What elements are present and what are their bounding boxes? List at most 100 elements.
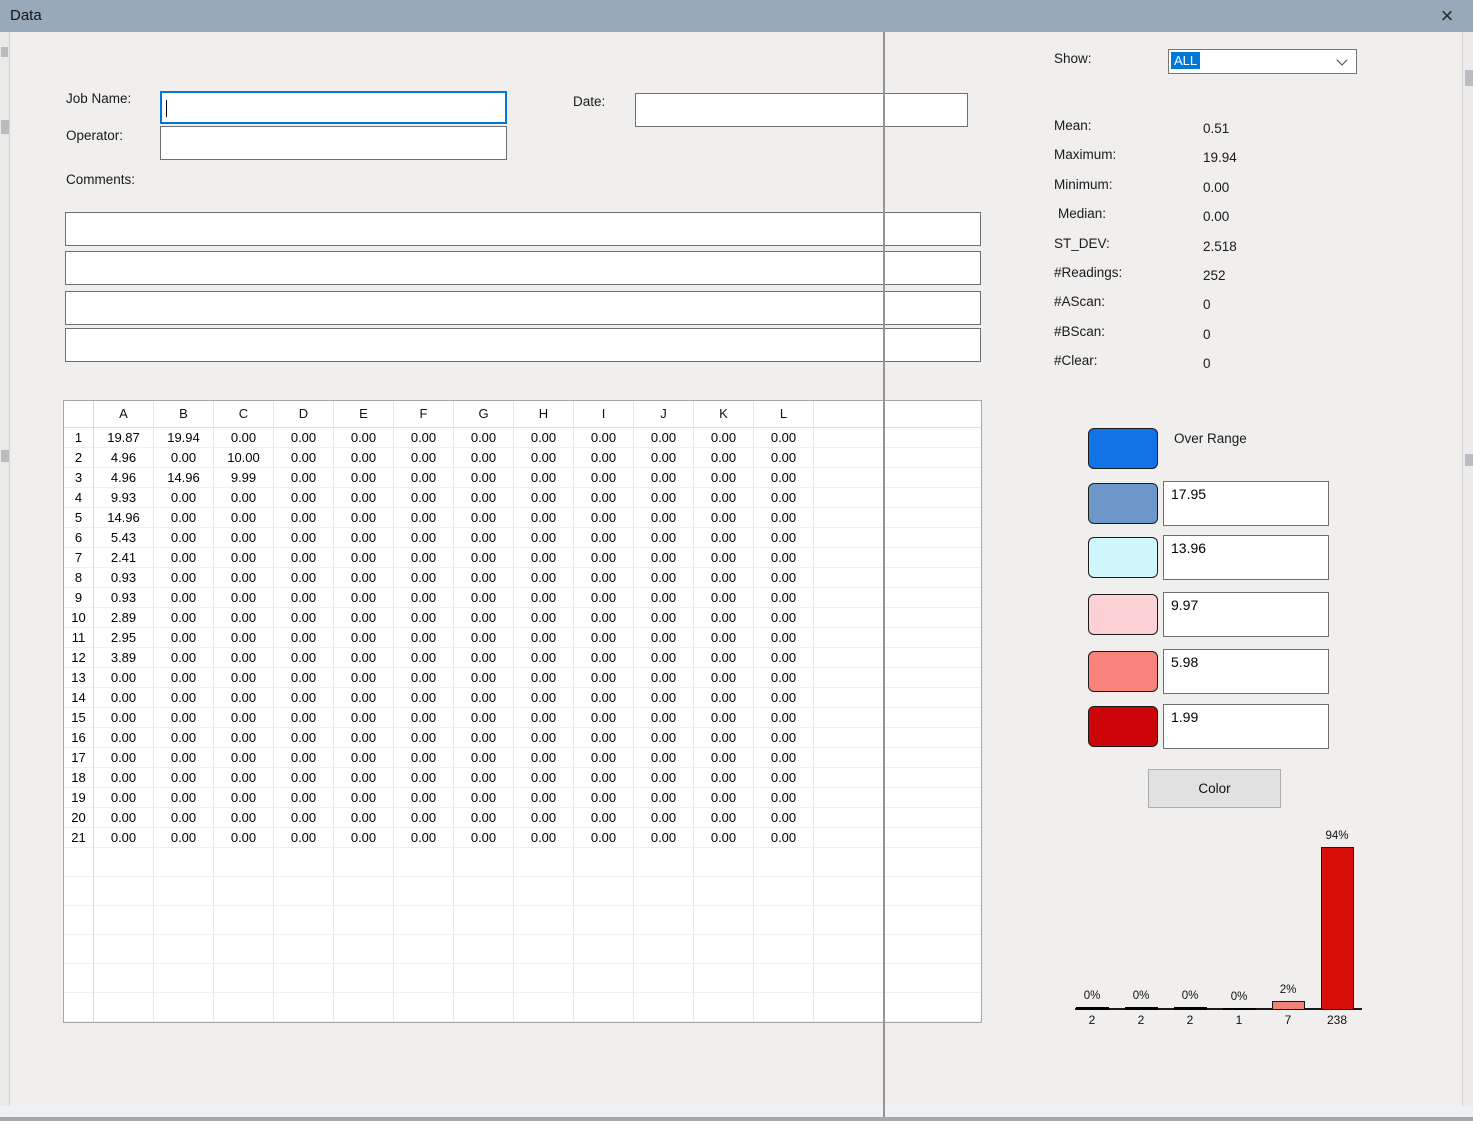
grid-cell[interactable]: 0.00 [634, 788, 694, 808]
grid-cell[interactable]: 0.00 [454, 568, 514, 588]
grid-cell[interactable]: 0.00 [574, 468, 634, 488]
grid-cell[interactable]: 0.00 [694, 508, 754, 528]
grid-cell[interactable]: 0.00 [154, 628, 214, 648]
grid-cell[interactable]: 0.00 [634, 608, 694, 628]
grid-cell[interactable]: 0.00 [274, 508, 334, 528]
grid-cell[interactable]: 0.00 [514, 548, 574, 568]
grid-header-cell[interactable]: C [214, 401, 274, 428]
close-icon[interactable]: × [1433, 2, 1461, 30]
grid-cell[interactable]: 0.00 [634, 708, 694, 728]
grid-cell[interactable]: 0.00 [634, 688, 694, 708]
grid-cell[interactable]: 0.00 [634, 468, 694, 488]
grid-cell[interactable]: 0.00 [514, 508, 574, 528]
grid-cell[interactable]: 0.00 [574, 568, 634, 588]
grid-cell[interactable]: 0.00 [154, 488, 214, 508]
grid-cell[interactable]: 0.00 [694, 648, 754, 668]
grid-cell[interactable]: 0.00 [274, 588, 334, 608]
job-name-field[interactable] [160, 91, 507, 124]
grid-cell[interactable]: 0.00 [514, 828, 574, 848]
grid-cell[interactable]: 0.00 [274, 648, 334, 668]
grid-cell[interactable]: 0.00 [274, 728, 334, 748]
grid-cell[interactable]: 2.89 [94, 608, 154, 628]
pane-divider[interactable] [883, 32, 885, 1117]
grid-row-number[interactable]: 13 [64, 668, 94, 688]
grid-cell[interactable]: 0.00 [694, 608, 754, 628]
comment-field-1[interactable] [65, 212, 981, 246]
grid-cell[interactable]: 0.00 [274, 748, 334, 768]
grid-cell[interactable]: 0.00 [634, 588, 694, 608]
grid-cell[interactable]: 0.00 [334, 608, 394, 628]
grid-cell[interactable]: 4.96 [94, 468, 154, 488]
grid-cell[interactable]: 0.00 [274, 448, 334, 468]
grid-row-number[interactable]: 17 [64, 748, 94, 768]
grid-cell[interactable]: 19.94 [154, 428, 214, 448]
grid-header-cell[interactable]: D [274, 401, 334, 428]
grid-cell[interactable]: 0.00 [154, 608, 214, 628]
grid-cell[interactable]: 0.00 [334, 648, 394, 668]
grid-cell[interactable]: 0.00 [754, 608, 814, 628]
grid-cell[interactable]: 0.00 [694, 628, 754, 648]
grid-row-number[interactable]: 7 [64, 548, 94, 568]
grid-row-number[interactable]: 19 [64, 788, 94, 808]
threshold-swatch[interactable] [1088, 537, 1158, 578]
grid-cell[interactable]: 0.00 [334, 668, 394, 688]
grid-cell[interactable]: 0.00 [514, 748, 574, 768]
threshold-value-field[interactable]: 17.95 [1163, 481, 1329, 526]
grid-cell[interactable]: 0.00 [694, 768, 754, 788]
grid-cell[interactable]: 0.00 [274, 628, 334, 648]
threshold-swatch[interactable] [1088, 483, 1158, 524]
grid-cell[interactable]: 0.00 [574, 428, 634, 448]
grid-cell[interactable]: 0.00 [334, 468, 394, 488]
grid-cell[interactable]: 0.00 [754, 708, 814, 728]
grid-cell[interactable]: 0.00 [334, 768, 394, 788]
grid-header-cell[interactable]: I [574, 401, 634, 428]
grid-cell[interactable]: 0.00 [634, 528, 694, 548]
grid-cell[interactable]: 0.00 [694, 428, 754, 448]
grid-cell[interactable]: 0.00 [574, 528, 634, 548]
grid-cell[interactable]: 0.00 [334, 788, 394, 808]
grid-cell[interactable]: 0.00 [334, 688, 394, 708]
grid-cell[interactable]: 0.00 [394, 668, 454, 688]
threshold-swatch[interactable] [1088, 594, 1158, 635]
grid-header-cell[interactable]: E [334, 401, 394, 428]
grid-cell[interactable]: 0.00 [574, 808, 634, 828]
grid-cell[interactable]: 0.00 [214, 688, 274, 708]
grid-cell[interactable]: 0.00 [754, 828, 814, 848]
grid-cell[interactable]: 0.00 [514, 488, 574, 508]
grid-cell[interactable]: 0.00 [214, 588, 274, 608]
grid-cell[interactable]: 0.00 [574, 628, 634, 648]
grid-row-number[interactable]: 8 [64, 568, 94, 588]
grid-cell[interactable]: 0.00 [754, 508, 814, 528]
grid-cell[interactable]: 0.00 [634, 648, 694, 668]
grid-cell[interactable]: 0.00 [154, 528, 214, 548]
grid-cell[interactable]: 2.41 [94, 548, 154, 568]
grid-cell[interactable]: 0.00 [394, 588, 454, 608]
grid-cell[interactable]: 0.00 [454, 748, 514, 768]
grid-cell[interactable]: 0.00 [514, 608, 574, 628]
grid-cell[interactable]: 0.00 [394, 468, 454, 488]
grid-cell[interactable]: 0.00 [274, 788, 334, 808]
grid-cell[interactable]: 0.00 [694, 588, 754, 608]
grid-cell[interactable]: 0.00 [694, 468, 754, 488]
grid-cell[interactable]: 0.00 [274, 668, 334, 688]
grid-cell[interactable]: 0.00 [514, 528, 574, 548]
grid-cell[interactable]: 0.00 [574, 728, 634, 748]
grid-cell[interactable]: 0.00 [394, 828, 454, 848]
grid-cell[interactable]: 0.00 [634, 508, 694, 528]
grid-cell[interactable]: 0.00 [154, 668, 214, 688]
grid-cell[interactable]: 0.93 [94, 588, 154, 608]
grid-cell[interactable]: 0.00 [214, 488, 274, 508]
grid-cell[interactable]: 0.00 [334, 748, 394, 768]
grid-cell[interactable]: 0.00 [214, 668, 274, 688]
grid-cell[interactable]: 0.00 [514, 808, 574, 828]
grid-cell[interactable]: 0.00 [514, 768, 574, 788]
grid-cell[interactable]: 0.00 [394, 728, 454, 748]
grid-row-number[interactable]: 15 [64, 708, 94, 728]
grid-cell[interactable]: 0.00 [514, 688, 574, 708]
grid-cell[interactable]: 0.00 [274, 608, 334, 628]
grid-cell[interactable]: 0.00 [694, 828, 754, 848]
grid-cell[interactable]: 0.00 [454, 508, 514, 528]
grid-cell[interactable]: 10.00 [214, 448, 274, 468]
grid-cell[interactable]: 0.00 [94, 668, 154, 688]
grid-cell[interactable]: 0.00 [214, 648, 274, 668]
